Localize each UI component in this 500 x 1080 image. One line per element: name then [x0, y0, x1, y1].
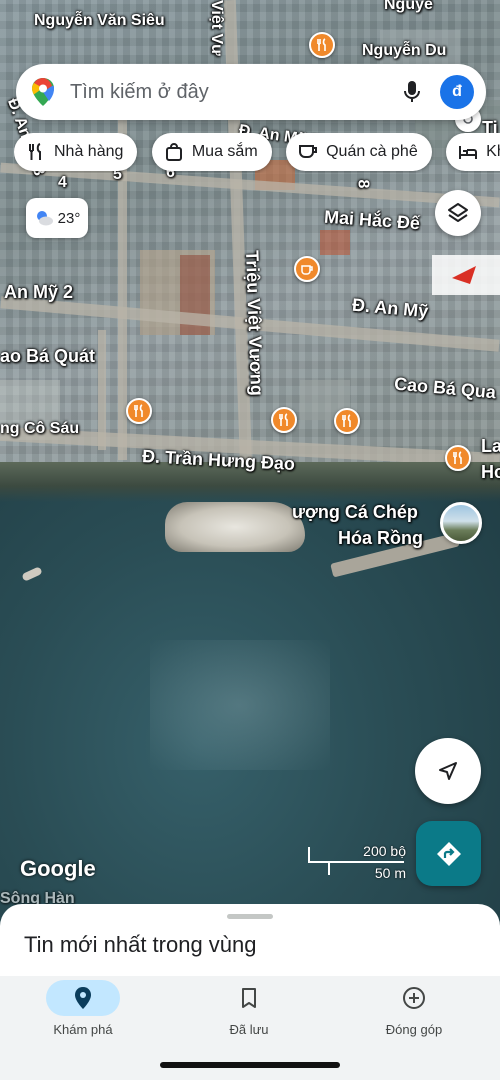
street-label: An Mỹ 2: [4, 282, 74, 302]
place-label[interactable]: ượng Cá Chép: [292, 502, 418, 523]
navigation-arrow-icon: [439, 762, 457, 780]
maps-logo-icon: [32, 78, 54, 106]
chip-shopping[interactable]: Mua sắm: [151, 133, 272, 171]
street-label: 8: [354, 179, 372, 189]
shopping-bag-icon: [165, 143, 182, 161]
directions-button[interactable]: [416, 821, 481, 886]
street-label: Nguyễn Du: [362, 42, 447, 59]
chip-label: Nhà hàng: [54, 143, 124, 160]
nav-item-contribute[interactable]: Đóng góp: [344, 980, 484, 1050]
my-location-button[interactable]: [415, 738, 481, 804]
scale-bar: 200 bộ 50 m: [306, 843, 410, 883]
place-label: Hc: [481, 462, 500, 482]
restaurant-poi-icon[interactable]: [126, 398, 152, 424]
layers-icon: [448, 203, 468, 222]
sheet-drag-handle[interactable]: [227, 914, 273, 919]
directions-icon: [436, 841, 461, 866]
google-logo: Google: [20, 856, 96, 881]
nav-item-saved[interactable]: Đã lưu: [179, 980, 319, 1050]
add-circle-icon: [403, 987, 425, 1009]
category-chips: Nhà hàng Mua sắm Quán cà phê Khá: [14, 133, 500, 173]
search-input[interactable]: Tìm kiếm ở đây: [70, 81, 394, 104]
business-logo-icon: [432, 255, 500, 295]
nav-label: Đóng góp: [385, 1022, 443, 1037]
partly-cloudy-icon: [36, 211, 53, 226]
restaurant-poi-icon[interactable]: [445, 445, 471, 471]
avatar[interactable]: đ: [440, 75, 474, 109]
place-photo-thumbnail[interactable]: [440, 502, 482, 544]
coffee-icon: [299, 145, 318, 158]
chip-label: Quán cà phê: [326, 143, 418, 160]
nav-label: Khám phá: [53, 1022, 113, 1037]
hotel-icon: [459, 146, 478, 159]
chip-hotels[interactable]: Khá: [446, 133, 500, 171]
street-label: 4: [58, 174, 67, 191]
location-pin-icon: [75, 987, 91, 1009]
search-bar[interactable]: Tìm kiếm ở đây đ: [16, 64, 486, 120]
street-label: Việt Vư: [208, 0, 225, 56]
scale-label-imperial: 200 bộ: [363, 843, 406, 859]
nav-item-explore[interactable]: Khám phá: [13, 980, 153, 1050]
temperature: 23°: [57, 209, 81, 227]
sheet-title: Tin mới nhất trong vùng: [24, 932, 257, 957]
restaurant-poi-icon[interactable]: [309, 32, 335, 58]
restaurant-icon: [29, 143, 41, 160]
ship-restaurant: [165, 502, 305, 552]
bottom-sheet[interactable]: Tin mới nhất trong vùng: [0, 904, 500, 980]
home-indicator[interactable]: [160, 1062, 340, 1068]
scale-label-metric: 50 m: [374, 865, 406, 881]
street-label: ao Bá Quát: [0, 346, 96, 366]
layers-button[interactable]: [435, 190, 481, 236]
street-label: Nguyễ: [384, 0, 433, 13]
microphone-icon[interactable]: [394, 74, 430, 110]
nav-label: Đã lưu: [229, 1022, 269, 1037]
chip-coffee[interactable]: Quán cà phê: [286, 133, 432, 171]
restaurant-poi-icon[interactable]: [271, 407, 297, 433]
street-label: Nguyễn Văn Siêu: [34, 12, 165, 29]
chip-label: Mua sắm: [191, 143, 258, 160]
weather-badge[interactable]: 23°: [26, 198, 88, 238]
restaurant-poi-icon[interactable]: [334, 408, 360, 434]
chip-restaurants[interactable]: Nhà hàng: [14, 133, 138, 171]
bookmark-icon: [242, 988, 256, 1008]
place-label: La: [481, 436, 500, 456]
chip-label: Khá: [486, 143, 500, 160]
coffee-poi-icon[interactable]: [294, 256, 320, 282]
place-label[interactable]: Hóa Rồng: [338, 528, 423, 549]
street-label: ng Cô Sáu: [0, 420, 80, 437]
